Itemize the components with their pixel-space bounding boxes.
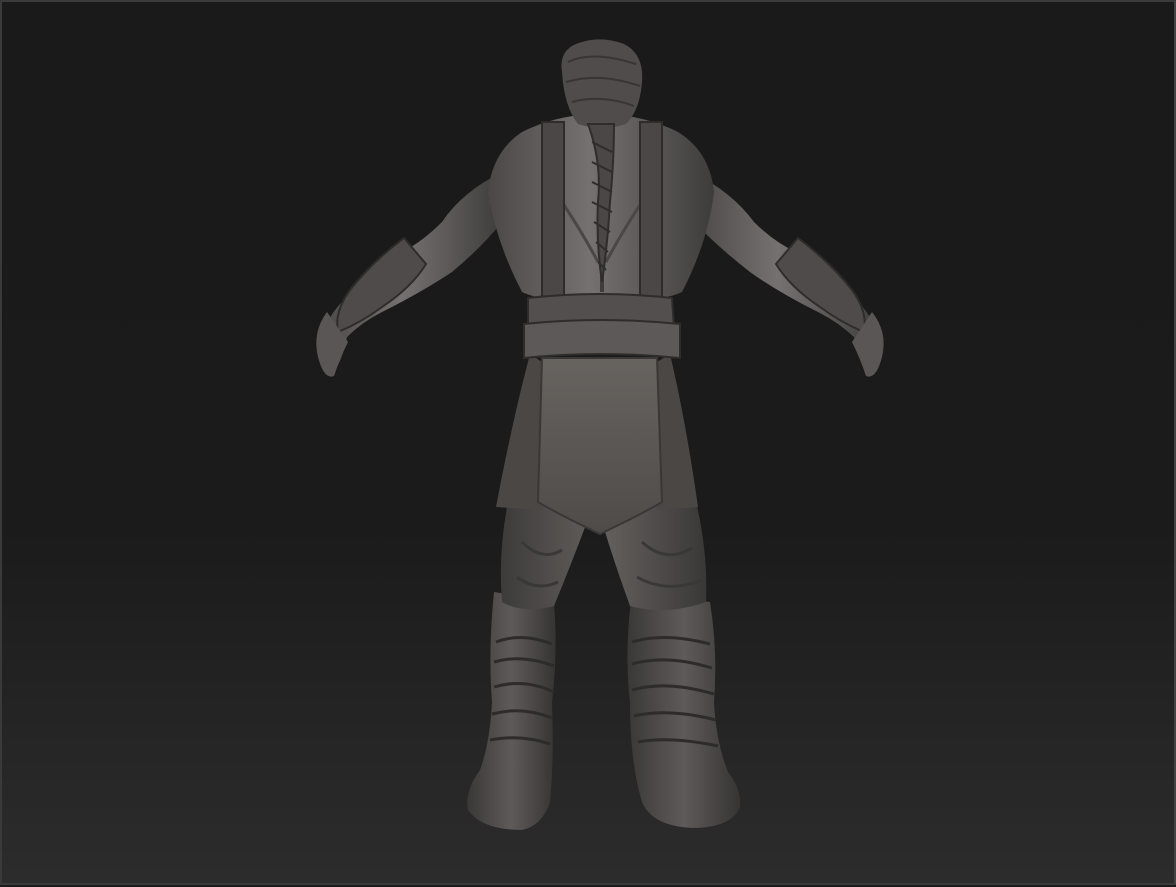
3d-viewport[interactable] bbox=[0, 0, 1176, 885]
apron bbox=[496, 354, 698, 536]
head bbox=[561, 39, 643, 128]
sculpted-character-model[interactable] bbox=[2, 2, 1176, 887]
belt bbox=[523, 293, 681, 360]
left-arm bbox=[316, 172, 502, 377]
left-boot bbox=[467, 592, 556, 830]
right-arm bbox=[692, 172, 884, 377]
right-boot bbox=[627, 592, 741, 828]
